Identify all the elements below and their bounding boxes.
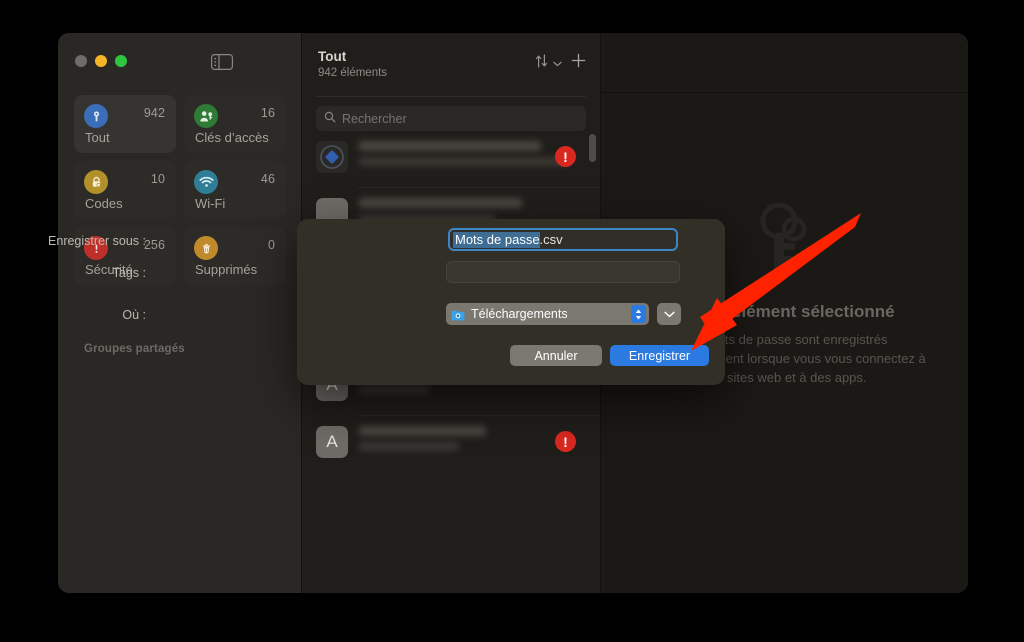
lock-key-watermark-icon [750, 199, 820, 282]
plus-icon [571, 53, 586, 73]
sidebar-item-label: Supprimés [195, 262, 258, 277]
list-item-text [359, 424, 586, 451]
list-item[interactable]: ! [302, 130, 600, 187]
passkey-person-icon [194, 104, 218, 128]
status-badge: ! [555, 146, 576, 167]
screen: 942 Tout 16 Clés d’accès 10 Codes 46 Wi-… [0, 0, 1024, 642]
lock-clock-icon [84, 170, 108, 194]
sidebar-item-count: 0 [267, 238, 275, 252]
detail-toolbar [601, 33, 968, 93]
sidebar-item-wifi[interactable]: 46 Wi-Fi [184, 161, 286, 219]
wifi-icon [194, 170, 218, 194]
chevron-down-icon [553, 54, 562, 72]
sidebar-item-count: 942 [143, 106, 165, 120]
redacted-subtitle [359, 157, 568, 166]
letter-a-icon: A [316, 426, 348, 458]
sidebar-item-label: Clés d’accès [195, 130, 269, 145]
list-header-actions [535, 53, 586, 73]
sidebar-item-tout[interactable]: 942 Tout [74, 95, 176, 153]
sidebar-item-count: 16 [260, 106, 275, 120]
zoom-button[interactable] [115, 55, 127, 67]
diamond-logo-icon [316, 141, 348, 173]
where-label: Où : [122, 308, 146, 322]
status-badge: ! [555, 431, 576, 452]
sidebar-item-count: 256 [143, 238, 165, 252]
minimize-button[interactable] [95, 55, 107, 67]
chevron-down-icon [663, 305, 675, 323]
filename-selected-text: Mots de passe [453, 231, 540, 248]
redacted-subtitle [359, 385, 430, 394]
redacted-title [359, 141, 541, 151]
expand-dialog-button[interactable] [657, 303, 681, 325]
sort-arrows-icon [535, 53, 548, 73]
search-icon [324, 110, 336, 128]
window-traffic-lights [75, 55, 127, 67]
sidebar-item-count: 10 [150, 172, 165, 186]
sidebar-item-label: Codes [85, 196, 123, 211]
sidebar-item-supprimes[interactable]: 0 Supprimés [184, 227, 286, 285]
tags-label: Tags : [112, 266, 146, 280]
save-button[interactable]: Enregistrer [610, 345, 709, 366]
trash-icon [194, 236, 218, 260]
list-item-text [359, 139, 586, 166]
close-button[interactable] [75, 55, 87, 67]
tags-input[interactable] [446, 261, 680, 283]
filename-input[interactable]: Mots de passe .csv [448, 228, 678, 251]
sidebar-item-codes[interactable]: 10 Codes [74, 161, 176, 219]
search-input[interactable]: Rechercher [316, 106, 586, 131]
where-popup-button[interactable]: Téléchargements [446, 303, 649, 325]
sort-button[interactable] [535, 53, 562, 73]
redacted-subtitle [359, 442, 459, 451]
key-icon [84, 104, 108, 128]
sidebar-item-cles-dacces[interactable]: 16 Clés d’accès [184, 95, 286, 153]
downloads-folder-icon [451, 308, 465, 321]
redacted-title [359, 198, 523, 208]
filename-extension-text: .csv [539, 231, 563, 247]
sidebar-section-header: Groupes partagés [84, 343, 185, 355]
list-item[interactable]: A ! [302, 415, 600, 472]
cancel-button[interactable]: Annuler [510, 345, 602, 366]
sidebar-category-tiles: 942 Tout 16 Clés d’accès 10 Codes 46 Wi-… [74, 95, 286, 285]
add-item-button[interactable] [571, 53, 586, 73]
where-value: Téléchargements [471, 307, 568, 321]
list-header: Tout 942 éléments [302, 33, 600, 96]
up-down-stepper-icon[interactable] [631, 305, 646, 323]
save-as-label: Enregistrer sous : [48, 234, 146, 248]
search-placeholder: Rechercher [342, 111, 407, 126]
sidebar-item-count: 46 [260, 172, 275, 186]
redacted-title [359, 426, 487, 436]
sidebar-toggle-icon[interactable] [211, 54, 233, 70]
sidebar-item-label: Tout [85, 130, 110, 145]
sidebar-item-label: Wi-Fi [195, 196, 226, 211]
